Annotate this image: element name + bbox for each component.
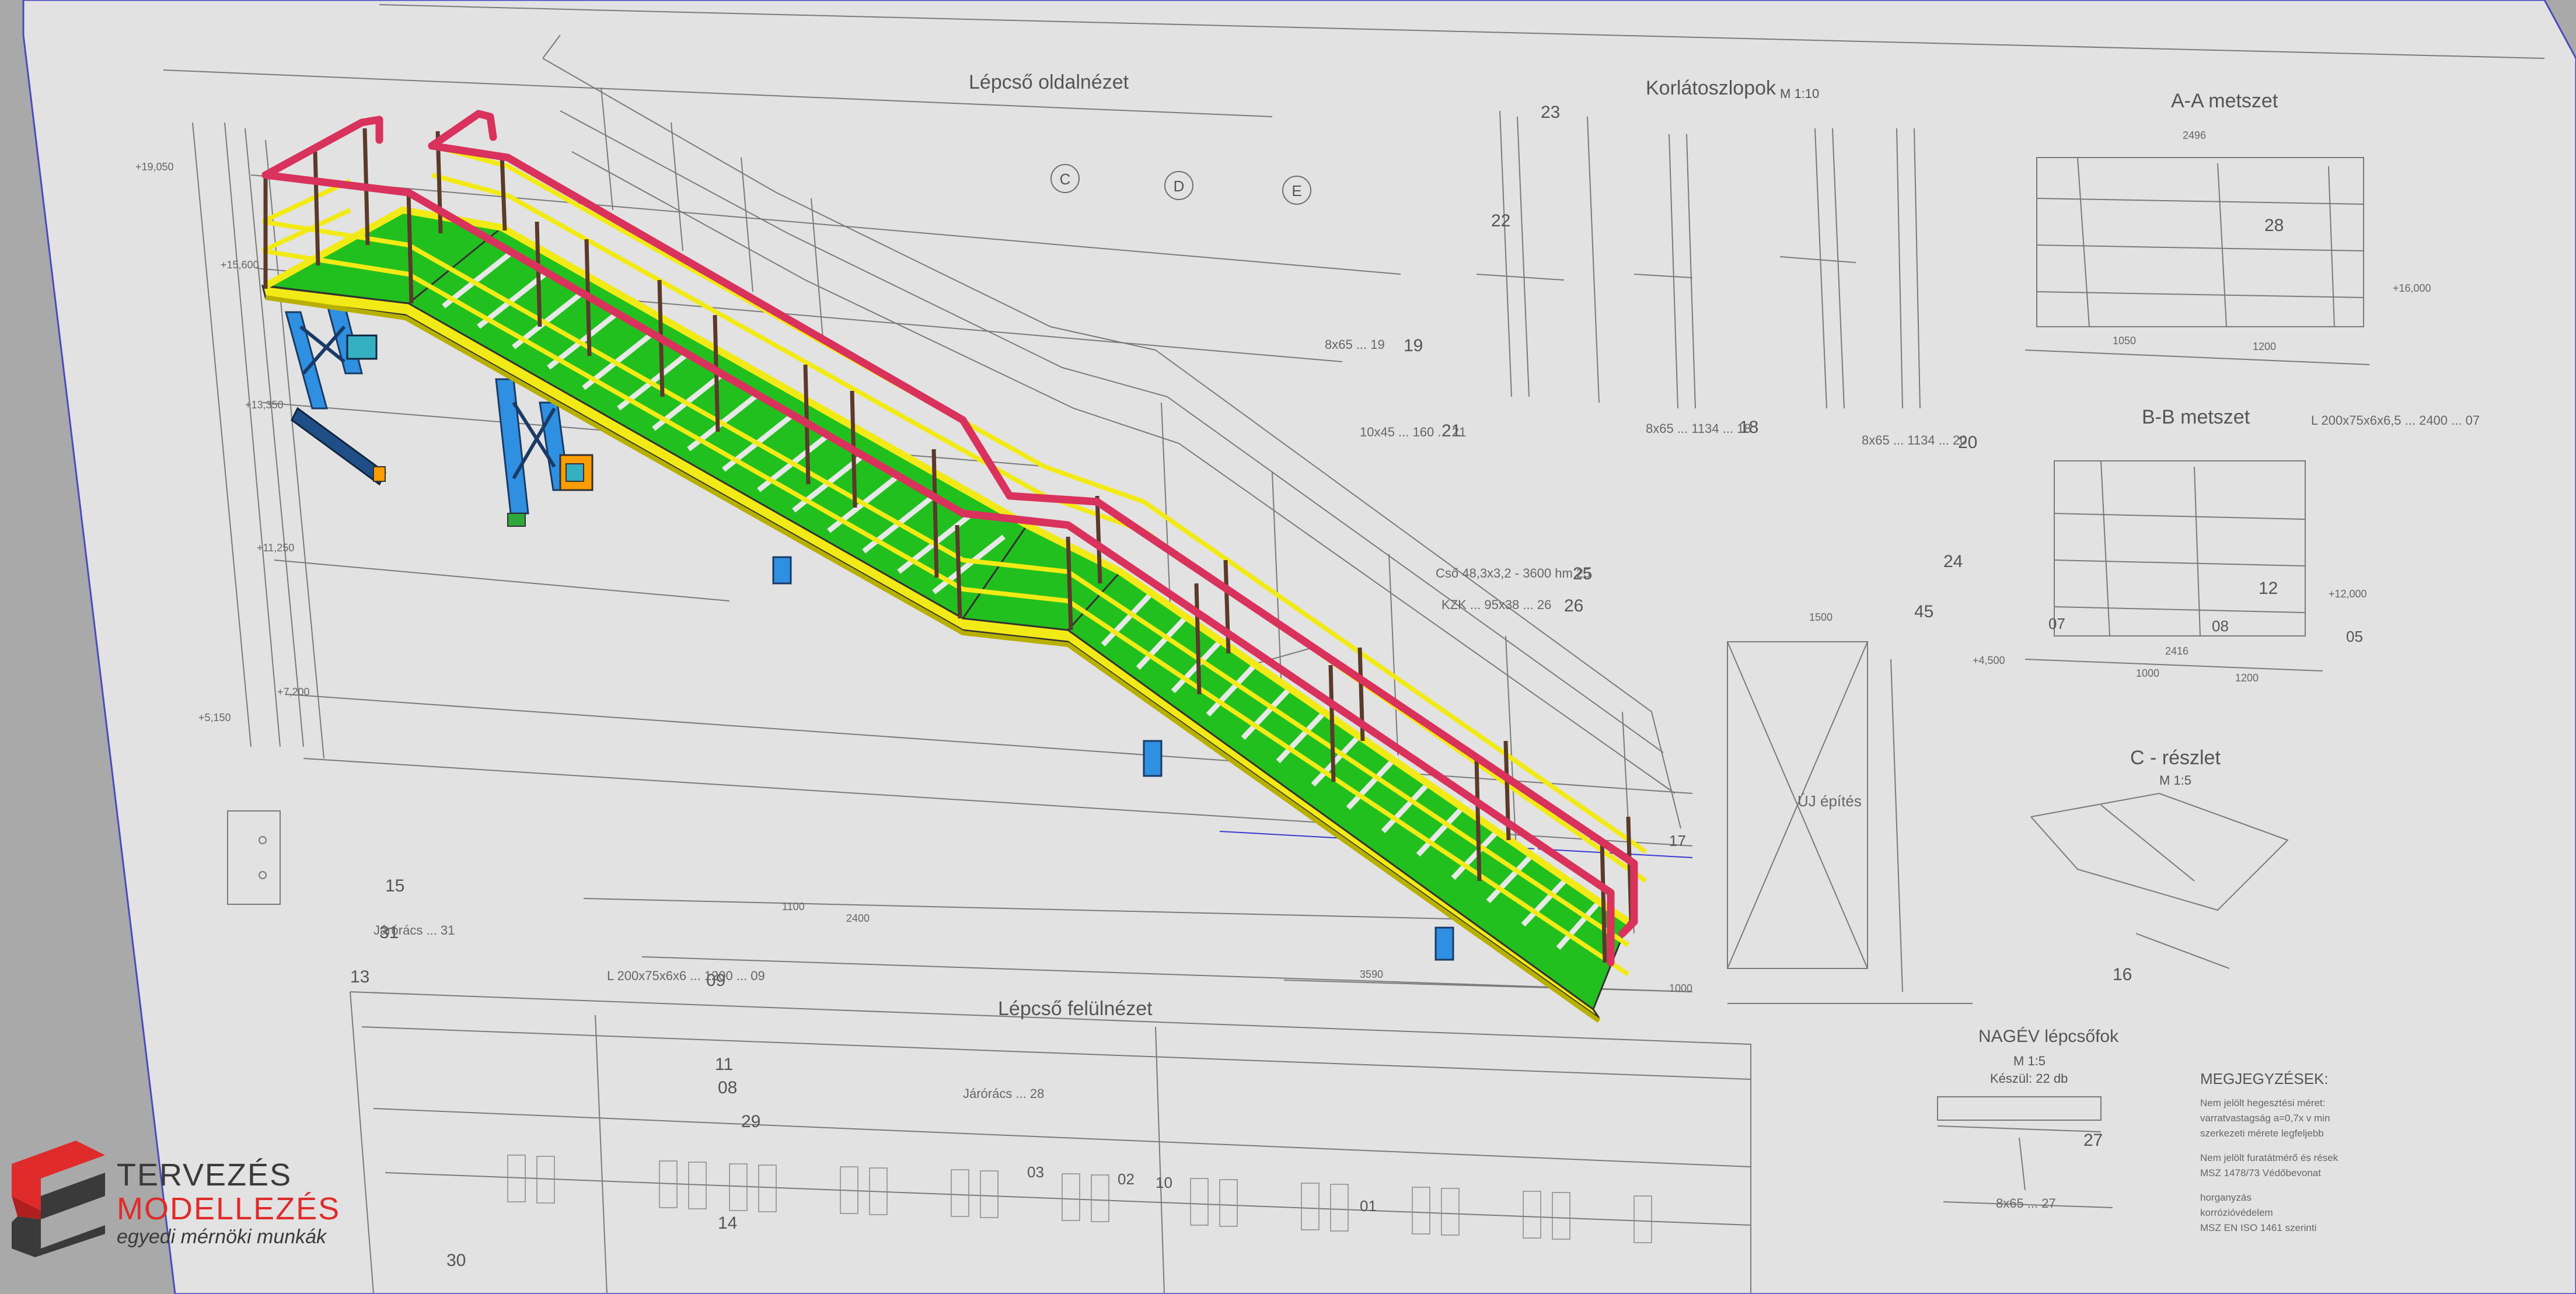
svg-text:L 200x75x6x6,5 ... 2400 ... 07: L 200x75x6x6,5 ... 2400 ... 07 <box>2311 413 2480 428</box>
svg-text:26: 26 <box>1564 596 1583 615</box>
support-column-3 <box>772 556 792 585</box>
svg-text:8x65 ... 1134 ... 20: 8x65 ... 1134 ... 20 <box>1862 433 1967 447</box>
title-brackets-scale: M 1:10 <box>1780 86 1819 101</box>
title-top-view: Lépcső felülnézet <box>998 998 1153 1020</box>
company-logo: TERVEZÉS MODELLEZÉS egyedi mérnöki munká… <box>6 1141 379 1257</box>
svg-text:+7,200: +7,200 <box>277 686 310 698</box>
svg-text:24: 24 <box>1943 552 1963 571</box>
svg-text:+19,050: +19,050 <box>135 161 174 173</box>
svg-text:1500: 1500 <box>1809 611 1832 623</box>
svg-text:1100: 1100 <box>782 901 805 912</box>
svg-text:3590: 3590 <box>1360 968 1383 980</box>
svg-text:27: 27 <box>2083 1131 2103 1150</box>
svg-text:korrózióvédelem: korrózióvédelem <box>2200 1207 2273 1218</box>
svg-text:01: 01 <box>1360 1197 1377 1215</box>
svg-text:+16,000: +16,000 <box>2393 282 2431 294</box>
svg-text:szerkezeti mérete legfeljebb: szerkezeti mérete legfeljebb <box>2200 1128 2324 1139</box>
cad-drawing-canvas: C D E Lépcső oldalnézet Korlátoszlopok M… <box>22 0 2576 1294</box>
svg-text:Járórács ... 31: Járórács ... 31 <box>374 923 455 938</box>
svg-text:15: 15 <box>385 876 404 896</box>
title-notes: MEGJEGYZÉSEK: <box>2200 1070 2329 1087</box>
svg-text:ÚJ építés: ÚJ építés <box>1797 792 1862 810</box>
svg-text:+15,600: +15,600 <box>221 259 259 271</box>
svg-text:08: 08 <box>718 1078 737 1097</box>
svg-text:29: 29 <box>741 1112 760 1131</box>
svg-text:E: E <box>1292 182 1301 200</box>
svg-text:Cső 48,3x3,2 - 3600 hm 25: Cső 48,3x3,2 - 3600 hm 25 <box>1436 566 1590 580</box>
logo-mark-icon <box>12 1141 105 1257</box>
svg-text:2496: 2496 <box>2183 130 2206 141</box>
logo-line-1: TERVEZÉS <box>117 1157 292 1192</box>
svg-text:8x65 ... 19: 8x65 ... 19 <box>1325 337 1385 352</box>
svg-text:05: 05 <box>2346 628 2363 645</box>
logo-tagline: egyedi mérnöki munkák <box>117 1226 327 1248</box>
svg-text:horganyzás: horganyzás <box>2200 1192 2252 1203</box>
svg-text:KZK ... 95x38 ... 26: KZK ... 95x38 ... 26 <box>1441 597 1551 612</box>
svg-text:+4,500: +4,500 <box>1973 655 2005 666</box>
title-side-view: Lépcső oldalnézet <box>969 71 1129 93</box>
svg-text:+13,350: +13,350 <box>245 399 284 411</box>
svg-text:16: 16 <box>2113 965 2132 984</box>
svg-text:19: 19 <box>1404 336 1423 355</box>
svg-text:03: 03 <box>1027 1163 1044 1181</box>
svg-text:1000: 1000 <box>1669 982 1692 994</box>
svg-text:varratvastagság a=0,7x v min: varratvastagság a=0,7x v min <box>2200 1113 2330 1124</box>
svg-text:Nem jelölt furatátmérő és rése: Nem jelölt furatátmérő és rések <box>2200 1152 2338 1163</box>
svg-text:MSZ EN ISO 1461 szerinti: MSZ EN ISO 1461 szerinti <box>2200 1222 2316 1233</box>
svg-text:11: 11 <box>715 1055 733 1074</box>
svg-text:07: 07 <box>2048 615 2065 632</box>
svg-text:+11,250: +11,250 <box>257 542 294 554</box>
title-steps-scale: M 1:5 <box>2013 1054 2046 1068</box>
support-column-5 <box>1434 926 1454 961</box>
svg-text:02: 02 <box>1118 1170 1135 1188</box>
svg-text:D: D <box>1174 177 1185 195</box>
title-detail-c-scale: M 1:5 <box>2159 773 2191 788</box>
svg-text:1200: 1200 <box>2235 672 2259 684</box>
svg-text:1000: 1000 <box>2136 667 2159 679</box>
svg-text:+12,000: +12,000 <box>2329 588 2367 600</box>
title-detail-c: C - részlet <box>2130 747 2221 769</box>
title-section-aa: A-A metszet <box>2171 90 2278 112</box>
svg-text:14: 14 <box>718 1213 737 1233</box>
svg-text:MSZ 1478/73 Védőbevonat: MSZ 1478/73 Védőbevonat <box>2200 1167 2321 1178</box>
logo-line-2: MODELLEZÉS <box>117 1191 341 1226</box>
svg-text:13: 13 <box>350 967 369 987</box>
svg-text:2400: 2400 <box>846 912 870 924</box>
svg-text:1050: 1050 <box>2113 335 2136 347</box>
svg-text:10x45 ... 160 ... 21: 10x45 ... 160 ... 21 <box>1360 425 1466 439</box>
svg-text:28: 28 <box>2264 216 2284 235</box>
svg-text:8x65 ... 1134 ... 18: 8x65 ... 1134 ... 18 <box>1646 421 1751 436</box>
svg-text:30: 30 <box>446 1251 466 1270</box>
svg-text:L 200x75x6x6 ... 1200 ... 09: L 200x75x6x6 ... 1200 ... 09 <box>607 968 765 983</box>
svg-text:10: 10 <box>1156 1174 1172 1191</box>
svg-text:1200: 1200 <box>2253 341 2276 352</box>
title-steps-qty: Készül: 22 db <box>1990 1071 2068 1086</box>
svg-text:C: C <box>1060 170 1071 188</box>
svg-text:12: 12 <box>2259 579 2278 598</box>
svg-text:23: 23 <box>1541 103 1560 122</box>
svg-text:2416: 2416 <box>2165 645 2188 657</box>
title-steps: NAGÉV lépcsőfok <box>1978 1027 2119 1046</box>
svg-text:45: 45 <box>1914 602 1933 621</box>
svg-text:Járórács ... 28: Járórács ... 28 <box>963 1086 1044 1101</box>
svg-text:Nem jelölt hegesztési méret:: Nem jelölt hegesztési méret: <box>2200 1097 2325 1108</box>
svg-text:8x65 ... 27: 8x65 ... 27 <box>1996 1196 2056 1211</box>
svg-text:+5,150: +5,150 <box>198 712 231 723</box>
support-column-4 <box>1143 740 1163 777</box>
title-section-bb: B-B metszet <box>2142 406 2250 428</box>
svg-text:08: 08 <box>2212 617 2229 635</box>
title-brackets: Korlátoszlopok <box>1646 77 1776 99</box>
svg-text:17: 17 <box>1669 832 1686 849</box>
svg-text:22: 22 <box>1491 211 1510 230</box>
